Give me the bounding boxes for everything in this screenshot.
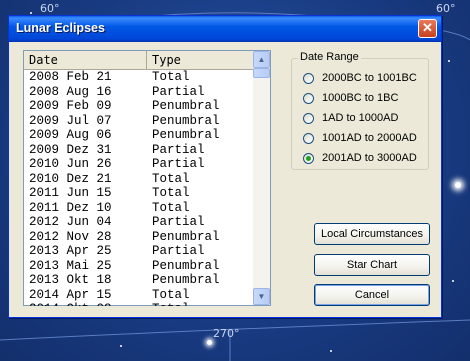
- radio-button-selected[interactable]: [303, 153, 314, 164]
- list-item[interactable]: 2008 Feb 21 Total: [24, 70, 253, 85]
- radio-label[interactable]: 1001AD to 2000AD: [322, 132, 417, 144]
- list-item[interactable]: 2013 Apr 25 Partial: [24, 244, 253, 259]
- eclipse-type: Penumbral: [152, 99, 220, 113]
- eclipse-type: Total: [152, 70, 190, 84]
- radio-button[interactable]: [303, 113, 314, 124]
- eclipse-type: Partial: [152, 215, 205, 229]
- eclipse-date: 2009 Dez 31: [29, 142, 112, 157]
- list-item[interactable]: 2008 Aug 16 Partial: [24, 85, 253, 100]
- list-item[interactable]: 2012 Nov 28 Penumbral: [24, 230, 253, 245]
- scroll-down-button[interactable]: ▼: [253, 288, 270, 305]
- list-header: Date Type: [24, 51, 253, 70]
- eclipse-date: 2008 Aug 16: [29, 84, 112, 99]
- eclipse-date: 2009 Jul 07: [29, 113, 112, 128]
- list-item[interactable]: 2013 Okt 18 Penumbral: [24, 273, 253, 288]
- sky-label-right: 60°: [436, 2, 456, 15]
- sky-label-left: 60°: [40, 2, 60, 15]
- eclipse-date: 2013 Okt 18: [29, 273, 112, 287]
- eclipse-date: 2010 Dez 21: [29, 171, 112, 186]
- list-item[interactable]: 2014 Okt 08 Total: [24, 302, 253, 306]
- radio-label[interactable]: 2000BC to 1001BC: [322, 72, 417, 84]
- radio-button[interactable]: [303, 93, 314, 104]
- eclipse-type: Total: [152, 200, 190, 215]
- eclipse-date: 2009 Feb 09: [29, 99, 112, 113]
- list-item[interactable]: 2012 Jun 04 Partial: [24, 215, 253, 230]
- column-header-date[interactable]: Date: [24, 51, 147, 69]
- list-item[interactable]: 2009 Aug 06 Penumbral: [24, 128, 253, 143]
- radio-button[interactable]: [303, 133, 314, 144]
- radio-button[interactable]: [303, 73, 314, 84]
- scroll-thumb[interactable]: [253, 68, 270, 78]
- date-range-legend: Date Range: [298, 51, 361, 63]
- eclipse-type: Penumbral: [152, 113, 220, 128]
- list-rows: 2008 Feb 21 Total 2008 Aug 16 Partial 2009 F…: [24, 70, 253, 306]
- date-range-group: Date Range 2000BC to 1001BC 1000BC to 1B…: [291, 51, 429, 170]
- cancel-button[interactable]: Cancel: [314, 284, 430, 306]
- eclipse-date: 2014 Okt 08: [29, 302, 112, 306]
- eclipse-date: 2009 Aug 06: [29, 128, 112, 142]
- local-circumstances-button[interactable]: Local Circumstances: [314, 223, 430, 245]
- eclipse-list[interactable]: Date Type 2008 Feb 21 Total 2008 Aug 16 Par…: [23, 50, 271, 306]
- eclipse-date: 2008 Feb 21: [29, 70, 112, 84]
- eclipse-date: 2011 Jun 15: [29, 186, 112, 200]
- star: [448, 60, 450, 62]
- eclipse-type: Total: [152, 171, 190, 186]
- radio-label[interactable]: 2001AD to 3000AD: [322, 152, 417, 164]
- close-button[interactable]: ✕: [418, 19, 437, 38]
- sky-label-bottom: 270°: [213, 327, 240, 340]
- eclipse-type: Penumbral: [152, 273, 220, 287]
- list-item[interactable]: 2010 Dez 21 Total: [24, 172, 253, 187]
- list-item[interactable]: 2009 Jul 07 Penumbral: [24, 114, 253, 129]
- list-item[interactable]: 2009 Feb 09 Penumbral: [24, 99, 253, 114]
- eclipse-type: Total: [152, 186, 190, 200]
- window-title: Lunar Eclipses: [16, 21, 105, 35]
- eclipse-date: 2011 Dez 10: [29, 200, 112, 215]
- eclipse-type: Partial: [152, 157, 205, 171]
- eclipse-date: 2013 Mai 25: [29, 258, 112, 273]
- radio-label[interactable]: 1000BC to 1BC: [322, 92, 398, 104]
- eclipse-date: 2012 Nov 28: [29, 229, 112, 244]
- eclipse-date: 2012 Jun 04: [29, 215, 112, 229]
- title-bar[interactable]: Lunar Eclipses ✕: [9, 16, 441, 42]
- eclipse-type: Penumbral: [152, 229, 220, 244]
- star: [30, 12, 32, 14]
- bright-star: [207, 340, 212, 345]
- star-chart-button[interactable]: Star Chart: [314, 254, 430, 276]
- eclipse-type: Total: [152, 287, 190, 302]
- star: [452, 280, 454, 282]
- star: [120, 345, 122, 347]
- list-item[interactable]: 2010 Jun 26 Partial: [24, 157, 253, 172]
- list-item[interactable]: 2009 Dez 31 Partial: [24, 143, 253, 158]
- list-item[interactable]: 2011 Dez 10 Total: [24, 201, 253, 216]
- eclipse-type: Partial: [152, 142, 205, 157]
- scroll-up-button[interactable]: ▲: [253, 51, 270, 68]
- eclipse-type: Penumbral: [152, 128, 220, 142]
- chevron-down-icon: ▼: [257, 292, 266, 301]
- list-item[interactable]: 2014 Apr 15 Total: [24, 288, 253, 303]
- eclipse-type: Total: [152, 302, 190, 306]
- bright-star: [455, 182, 461, 188]
- chevron-up-icon: ▲: [257, 55, 266, 64]
- eclipse-type: Partial: [152, 84, 205, 99]
- eclipse-type: Penumbral: [152, 258, 220, 273]
- column-header-type[interactable]: Type: [147, 51, 253, 69]
- list-item[interactable]: 2011 Jun 15 Total: [24, 186, 253, 201]
- close-icon: ✕: [422, 20, 433, 35]
- eclipse-date: 2010 Jun 26: [29, 157, 112, 171]
- radio-label[interactable]: 1AD to 1000AD: [322, 112, 398, 124]
- star: [330, 350, 332, 352]
- lunar-eclipses-dialog: Lunar Eclipses ✕ Date Type 2008 Feb 21 To…: [8, 15, 442, 318]
- list-item[interactable]: 2013 Mai 25 Penumbral: [24, 259, 253, 274]
- eclipse-date: 2013 Apr 25: [29, 244, 112, 258]
- eclipse-type: Partial: [152, 244, 205, 258]
- vertical-scrollbar[interactable]: ▲ ▼: [253, 51, 270, 305]
- eclipse-date: 2014 Apr 15: [29, 287, 112, 302]
